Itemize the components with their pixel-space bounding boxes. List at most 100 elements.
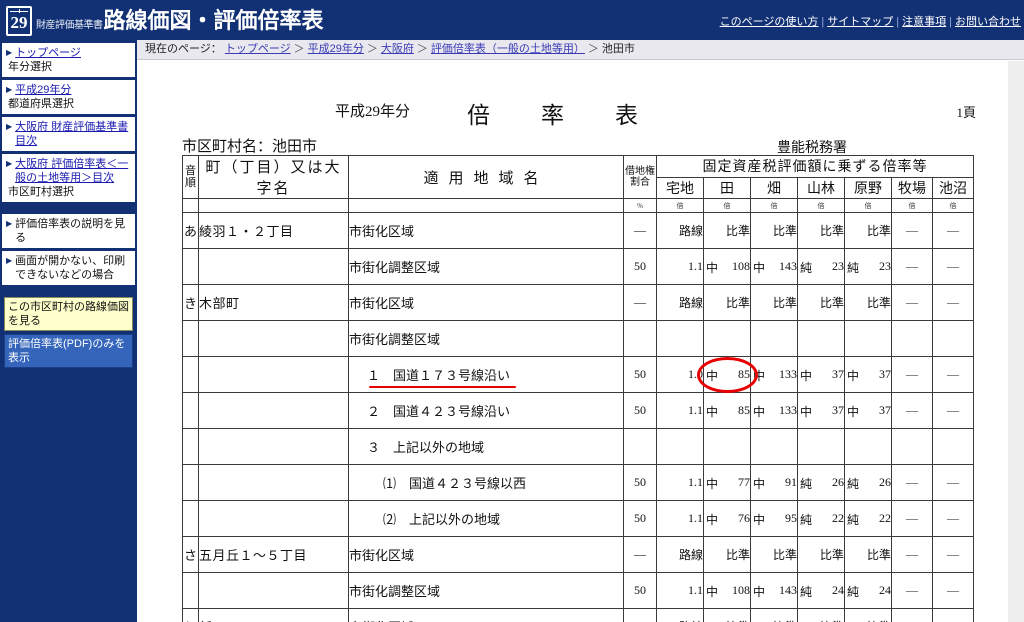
row-genya: 中 37: [844, 356, 892, 393]
sidebar-link-year[interactable]: 平成29年分: [15, 83, 71, 97]
row-sanrin: 比準: [797, 284, 845, 321]
bullet-icon: ▶: [6, 85, 13, 94]
row-order: [182, 356, 199, 393]
row-area: 市街化区域: [348, 284, 624, 321]
row-chisho: —: [931, 284, 975, 321]
row-bokujo-value: —: [906, 403, 918, 417]
row-genya: 純 24: [844, 572, 892, 609]
row-sanrin: 純 23: [797, 248, 845, 285]
sidebar-item-ratio-table-index[interactable]: ▶ 大阪府 評価倍率表＜一般の土地等用＞目次 市区町村選択: [2, 154, 135, 202]
row-bokujo: —: [891, 392, 933, 429]
breadcrumb-item-ratio-table[interactable]: 評価倍率表（一般の土地等用）: [431, 43, 585, 55]
row-den: 比準: [703, 212, 751, 249]
sidebar-item-year[interactable]: ▶ 平成29年分 都道府県選択: [2, 80, 135, 114]
row-takuchi: 1.1: [656, 572, 704, 609]
row-chisho: —: [931, 392, 975, 429]
row-chisho: —: [931, 212, 975, 249]
link-sitemap[interactable]: サイトマップ: [824, 16, 896, 28]
row-genya-value: 比準: [866, 548, 891, 562]
document-sub-row: 市区町村名：池田市 豊能税務署: [137, 135, 1008, 156]
breadcrumb-item-year[interactable]: 平成29年分: [308, 43, 364, 55]
row-den: 比準: [703, 536, 751, 573]
row-town: 五月丘１～５丁目: [198, 536, 349, 573]
row-hata-value: 95: [785, 511, 797, 525]
row-leasehold: 50: [623, 356, 657, 393]
row-takuchi-value: 1.1: [688, 511, 703, 525]
sidebar-link-ratio-table-index[interactable]: 大阪府 評価倍率表＜一般の土地等用＞目次: [15, 157, 132, 185]
breadcrumb-item-prefecture[interactable]: 大阪府: [381, 43, 414, 55]
row-takuchi-value: 1.1: [688, 583, 703, 597]
unit-bai: 倍: [931, 198, 975, 213]
row-town: [198, 428, 349, 465]
sidebar-label-explanation[interactable]: 評価倍率表の説明を見る: [15, 217, 132, 245]
row-sanrin-prefix: 中: [800, 405, 813, 419]
sidebar-item-prefecture-index[interactable]: ▶ 大阪府 財産評価基準書目次: [2, 117, 135, 151]
row-hata-value: 133: [779, 403, 797, 417]
sidebar-label-troubleshoot[interactable]: 画面が開かない、印刷できないなどの場合: [15, 254, 132, 282]
link-notes[interactable]: 注意事項: [899, 16, 949, 28]
table-row: ２ 国道４２３号線沿い 50 1.1 中 85 中 133 中 37 中 37— —: [182, 392, 975, 429]
row-genya-value: 26: [879, 475, 891, 489]
row-area-value: １ 国道１７３号線沿い: [367, 368, 511, 383]
row-takuchi: [656, 428, 704, 465]
table-row: １ 国道１７３号線沿い 50 1.0 中 85 中 133 中 37 中 37— —: [182, 356, 975, 393]
sidebar-link-toppage[interactable]: トップページ: [15, 46, 81, 60]
row-area: 市街化区域: [348, 212, 624, 249]
row-area-value: 市街化調整区域: [349, 260, 441, 275]
sidebar-divider: [0, 205, 137, 214]
row-genya-prefix: 純: [847, 261, 860, 275]
header-col-den: 田: [703, 176, 751, 199]
row-town: 綾羽１・２丁目: [198, 212, 349, 249]
row-sanrin: 中 37: [797, 392, 845, 429]
sidebar-sub-toppage: 年分選択: [8, 61, 52, 73]
row-hata-prefix: 中: [753, 585, 766, 599]
row-leasehold-value: 50: [634, 403, 646, 417]
view-roadprice-map-button[interactable]: この市区町村の路線価図を見る: [4, 297, 133, 331]
table-row: ⑴ 国道４２３号線以西 50 1.1 中 77 中 91 純 26 純 26— —: [182, 464, 975, 501]
header-links: このページの使い方 | サイトマップ | 注意事項 | お問い合わせ: [717, 13, 1024, 29]
row-chisho: —: [931, 464, 975, 501]
row-den: [703, 320, 751, 357]
row-hata: 中 133: [750, 392, 798, 429]
link-how-to-use[interactable]: このページの使い方: [717, 16, 822, 28]
row-area-value: 市街化調整区域: [349, 332, 441, 347]
breadcrumb-item-toppage[interactable]: トップページ: [225, 43, 291, 55]
row-town: 木部町: [198, 284, 349, 321]
unit-blank: [348, 198, 624, 213]
site-subtitle: 財産評価基準書: [36, 20, 103, 31]
sidebar-item-explanation[interactable]: ▶ 評価倍率表の説明を見る: [2, 214, 135, 248]
row-sanrin: 純 24: [797, 572, 845, 609]
row-takuchi: 1.1: [656, 248, 704, 285]
header-town: 町（丁目）又は大字名: [198, 155, 349, 199]
row-bokujo-value: —: [906, 475, 918, 489]
sidebar-item-troubleshoot[interactable]: ▶ 画面が開かない、印刷できないなどの場合: [2, 251, 135, 285]
row-takuchi-value: 路線: [678, 548, 703, 562]
view-pdf-only-button[interactable]: 評価倍率表(PDF)のみを表示: [4, 334, 133, 368]
row-leasehold-value: 50: [634, 259, 646, 273]
header-area: 適用地域名: [348, 155, 624, 199]
scroll-gutter[interactable]: [1008, 61, 1024, 622]
row-town: [198, 356, 349, 393]
row-area-value: ⑴ 国道４２３号線以西: [383, 476, 527, 491]
row-sanrin-value: 37: [832, 403, 844, 417]
site-logo[interactable]: 29 財産評価基準書 路線価図・評価倍率表: [6, 3, 324, 36]
row-den-value: 85: [738, 403, 750, 417]
row-order-value: あ: [183, 224, 197, 239]
row-genya-prefix: 純: [847, 585, 860, 599]
unit-blank: [198, 198, 349, 213]
row-genya-value: 37: [879, 367, 891, 381]
breadcrumb: 現在のページ： トップページ＞平成29年分＞大阪府＞評価倍率表（一般の土地等用）…: [137, 40, 1024, 60]
header-col-hata: 畑: [750, 176, 798, 199]
row-genya-prefix: 純: [847, 513, 860, 527]
sidebar-item-toppage[interactable]: ▶ トップページ 年分選択: [2, 43, 135, 77]
row-order-value: さ: [183, 548, 197, 563]
sidebar-link-prefecture-index[interactable]: 大阪府 財産評価基準書目次: [15, 120, 132, 148]
bullet-icon: ▶: [6, 48, 13, 57]
bullet-icon: ▶: [6, 159, 13, 168]
table-row: さ五月丘１～５丁目 市街化区域 — 路線 比準 比準 比準 比準 — —: [182, 536, 975, 573]
row-sanrin: 比準: [797, 608, 845, 622]
unit-bai: 倍: [656, 198, 704, 213]
link-contact[interactable]: お問い合わせ: [952, 16, 1024, 28]
row-area-value: 市街化区域: [349, 224, 415, 239]
site-header: 29 財産評価基準書 路線価図・評価倍率表 このページの使い方 | サイトマップ | 注…: [0, 0, 1024, 40]
